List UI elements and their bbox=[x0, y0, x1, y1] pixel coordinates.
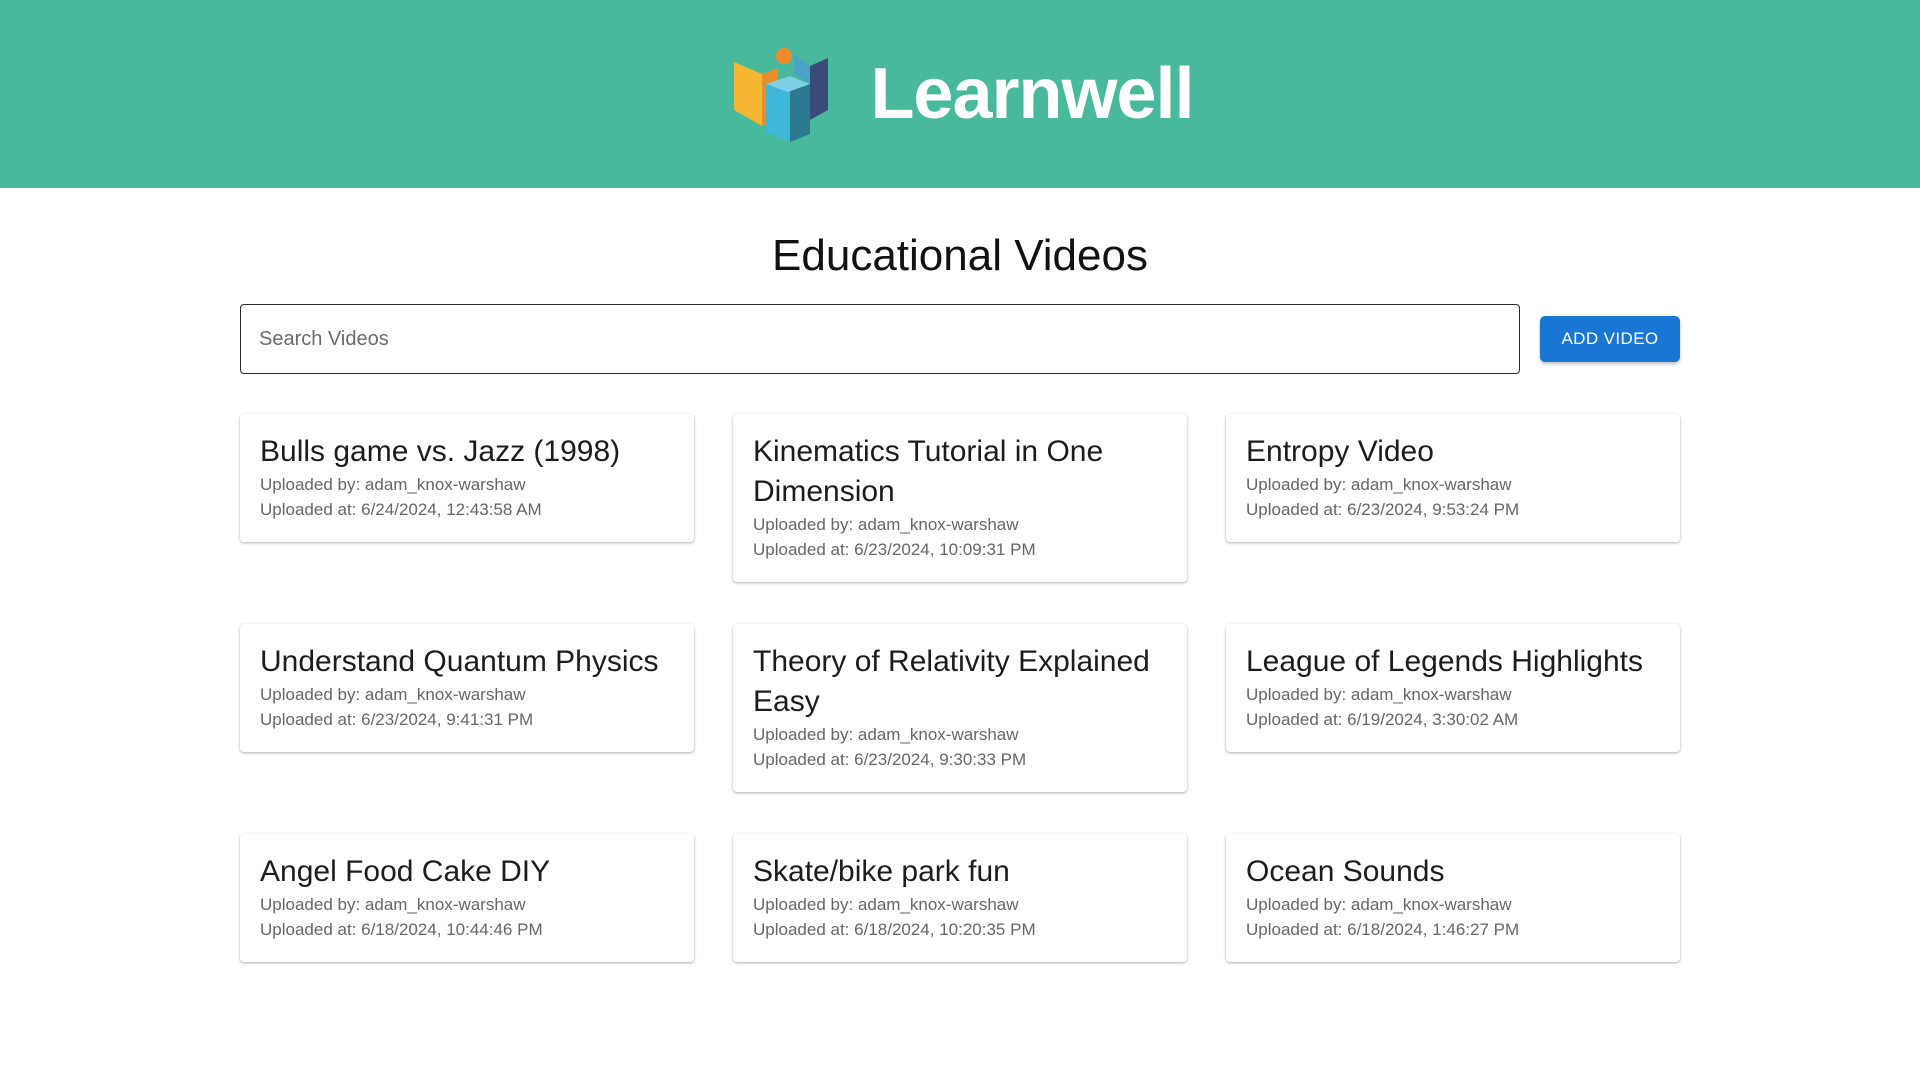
video-uploader: Uploaded by: adam_knox-warshaw bbox=[1246, 685, 1512, 704]
main-content: Educational Videos ADD VIDEO Bulls game … bbox=[240, 188, 1680, 1004]
video-grid: Bulls game vs. Jazz (1998) Uploaded by: a… bbox=[240, 414, 1680, 1004]
video-uploader: Uploaded by: adam_knox-warshaw bbox=[260, 895, 526, 914]
video-upload-date: Uploaded at: 6/23/2024, 10:09:31 PM bbox=[753, 540, 1036, 559]
video-title: Kinematics Tutorial in One Dimension bbox=[753, 435, 1104, 508]
video-upload-date: Uploaded at: 6/18/2024, 10:20:35 PM bbox=[753, 920, 1036, 939]
video-upload-date: Uploaded at: 6/19/2024, 3:30:02 AM bbox=[1246, 710, 1519, 729]
video-uploader: Uploaded by: adam_knox-warshaw bbox=[753, 515, 1019, 534]
toolbar: ADD VIDEO bbox=[240, 304, 1680, 374]
video-card[interactable]: Entropy Video Uploaded by: adam_knox-wars… bbox=[1226, 414, 1680, 542]
video-title: Angel Food Cake DIY bbox=[260, 855, 551, 888]
video-upload-date: Uploaded at: 6/23/2024, 9:30:33 PM bbox=[753, 750, 1027, 769]
video-card[interactable]: Skate/bike park fun Uploaded by: adam_kno… bbox=[733, 834, 1187, 962]
video-card[interactable]: Kinematics Tutorial in One Dimension Uplo… bbox=[733, 414, 1187, 582]
video-title: Skate/bike park fun bbox=[753, 855, 1010, 888]
video-title: Understand Quantum Physics bbox=[260, 645, 659, 678]
video-uploader: Uploaded by: adam_knox-warshaw bbox=[753, 725, 1019, 744]
video-upload-date: Uploaded at: 6/23/2024, 9:41:31 PM bbox=[260, 710, 534, 729]
video-upload-date: Uploaded at: 6/24/2024, 12:43:58 AM bbox=[260, 500, 542, 519]
video-upload-date: Uploaded at: 6/18/2024, 10:44:46 PM bbox=[260, 920, 543, 939]
app-header: Learnwell bbox=[0, 0, 1920, 188]
video-title: Ocean Sounds bbox=[1246, 855, 1445, 888]
video-card[interactable]: Ocean Sounds Uploaded by: adam_knox-warsh… bbox=[1226, 834, 1680, 962]
video-title: Theory of Relativity Explained Easy bbox=[753, 645, 1150, 718]
video-upload-date: Uploaded at: 6/18/2024, 1:46:27 PM bbox=[1246, 920, 1520, 939]
video-card[interactable]: Theory of Relativity Explained Easy Uploa… bbox=[733, 624, 1187, 792]
video-uploader: Uploaded by: adam_knox-warshaw bbox=[1246, 895, 1512, 914]
video-uploader: Uploaded by: adam_knox-warshaw bbox=[260, 475, 526, 494]
video-uploader: Uploaded by: adam_knox-warshaw bbox=[260, 685, 526, 704]
video-card[interactable]: Understand Quantum Physics Uploaded by: a… bbox=[240, 624, 694, 752]
page-title: Educational Videos bbox=[772, 231, 1148, 280]
video-uploader: Uploaded by: adam_knox-warshaw bbox=[753, 895, 1019, 914]
video-title: Bulls game vs. Jazz (1998) bbox=[260, 435, 621, 468]
video-uploader: Uploaded by: adam_knox-warshaw bbox=[1246, 475, 1512, 494]
video-card[interactable]: League of Legends Highlights Uploaded by:… bbox=[1226, 624, 1680, 752]
video-title: League of Legends Highlights bbox=[1246, 645, 1643, 678]
video-card[interactable]: Bulls game vs. Jazz (1998) Uploaded by: a… bbox=[240, 414, 694, 542]
video-card[interactable]: Angel Food Cake DIY Uploaded by: adam_kno… bbox=[240, 834, 694, 962]
brand-name: Learnwell bbox=[870, 54, 1194, 134]
add-video-button[interactable]: ADD VIDEO bbox=[1540, 316, 1680, 362]
video-title: Entropy Video bbox=[1246, 435, 1434, 468]
learnwell-logo-icon bbox=[734, 48, 829, 142]
search-input[interactable] bbox=[240, 304, 1520, 374]
video-upload-date: Uploaded at: 6/23/2024, 9:53:24 PM bbox=[1246, 500, 1520, 519]
